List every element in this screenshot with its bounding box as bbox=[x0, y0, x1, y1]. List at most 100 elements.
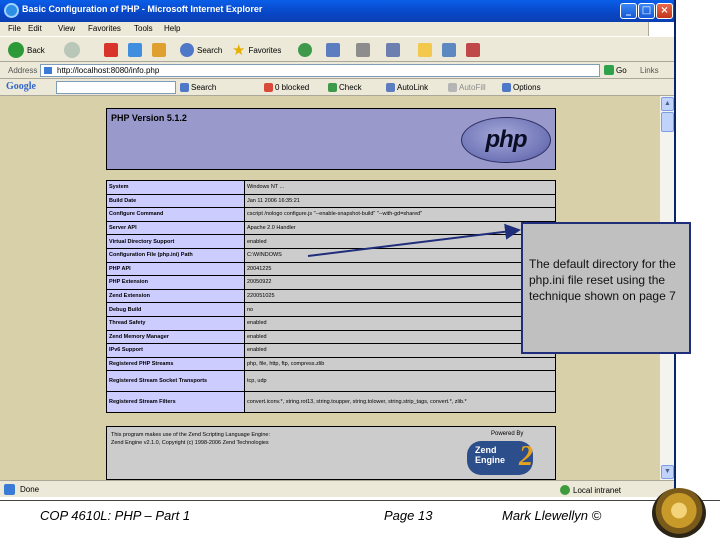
messenger-button[interactable] bbox=[466, 41, 480, 59]
spellcheck-button[interactable]: Check bbox=[328, 83, 362, 92]
zend-credits-line1: This program makes use of the Zend Scrip… bbox=[111, 432, 270, 438]
check-label: Check bbox=[339, 83, 362, 92]
favorites-label: Favorites bbox=[248, 45, 282, 55]
setting-name: Zend Extension bbox=[106, 288, 245, 304]
menu-view[interactable]: View bbox=[58, 24, 75, 33]
table-row: System Windows NT ... bbox=[106, 180, 556, 195]
forward-arrow-icon bbox=[64, 42, 80, 58]
menu-help[interactable]: Help bbox=[164, 24, 180, 33]
maximize-button[interactable]: □ bbox=[638, 3, 655, 19]
page-number: Page 13 bbox=[384, 508, 433, 523]
autolink-icon bbox=[386, 83, 395, 92]
go-button[interactable]: Go bbox=[604, 65, 627, 75]
mail-button[interactable] bbox=[326, 41, 340, 59]
folder-button[interactable] bbox=[418, 41, 432, 59]
setting-value: C:\WINDOWS bbox=[244, 247, 556, 263]
php-logo[interactable]: php bbox=[461, 117, 551, 163]
table-row: Virtual Directory Support enabled bbox=[106, 234, 556, 249]
google-toolbar: Google Search 0 blocked Check AutoLink A… bbox=[0, 79, 674, 96]
setting-value: convert.iconv.*, string.rot13, string.to… bbox=[244, 391, 556, 414]
scroll-thumb[interactable] bbox=[661, 112, 674, 132]
window-title: Basic Configuration of PHP - Microsoft I… bbox=[22, 4, 263, 14]
table-row: PHP API 20041225 bbox=[106, 261, 556, 277]
google-search-input[interactable] bbox=[56, 81, 176, 94]
refresh-button[interactable] bbox=[128, 41, 142, 59]
author-credit: Mark Llewellyn © bbox=[502, 508, 602, 523]
windows-logo-icon bbox=[648, 22, 674, 36]
minimize-button[interactable]: _ bbox=[620, 3, 637, 19]
history-button[interactable] bbox=[298, 41, 312, 59]
setting-value: tcp, udp bbox=[244, 370, 556, 393]
autolink-label: AutoLink bbox=[397, 83, 429, 92]
table-row: Registered PHP Streams php, file, http, f… bbox=[106, 356, 556, 372]
setting-name: Thread Safety bbox=[106, 315, 245, 331]
toolbar: Back Search ★ Favorites bbox=[0, 36, 674, 62]
table-row: Configure Command cscript /nologo configu… bbox=[106, 207, 556, 222]
setting-value: Windows NT ... bbox=[244, 180, 556, 195]
go-arrow-icon bbox=[604, 65, 614, 75]
ucf-pegasus-logo bbox=[652, 488, 706, 538]
print-button[interactable] bbox=[356, 41, 370, 59]
go-label: Go bbox=[616, 65, 627, 75]
table-row: Thread Safety enabled bbox=[106, 315, 556, 331]
table-row: Server API Apache 2.0 Handler bbox=[106, 220, 556, 236]
options-button[interactable]: Options bbox=[502, 83, 541, 92]
menu-bar: File Edit View Favorites Tools Help bbox=[0, 22, 674, 36]
mail-icon bbox=[326, 43, 340, 57]
autofill-button[interactable]: AutoFill bbox=[448, 83, 486, 92]
callout-box: The default directory for the php.ini fi… bbox=[521, 222, 691, 354]
stop-icon bbox=[104, 43, 118, 57]
slide-footer: COP 4610L: PHP – Part 1 Page 13 Mark Lle… bbox=[0, 500, 720, 540]
setting-name: PHP Extension bbox=[106, 275, 245, 290]
back-button[interactable]: Back bbox=[8, 41, 45, 59]
links-button[interactable]: Links bbox=[640, 66, 659, 75]
table-row: Debug Build no bbox=[106, 302, 556, 317]
menu-file[interactable]: File bbox=[8, 24, 21, 33]
menu-favorites[interactable]: Favorites bbox=[88, 24, 121, 33]
setting-name: Configuration File (php.ini) Path bbox=[106, 247, 245, 263]
close-button[interactable]: × bbox=[656, 3, 673, 19]
table-row: Build Date Jan 11 2006 16:35:21 bbox=[106, 193, 556, 209]
google-search-button[interactable]: Search bbox=[180, 83, 216, 92]
star-icon: ★ bbox=[232, 42, 246, 59]
options-icon bbox=[502, 83, 511, 92]
address-input[interactable]: http://localhost:8080/info.php bbox=[40, 64, 600, 77]
blocked-label: 0 blocked bbox=[275, 83, 310, 92]
setting-name: Virtual Directory Support bbox=[106, 234, 245, 249]
google-logo[interactable]: Google bbox=[6, 81, 36, 92]
zend-credits-line2: Zend Engine v2.1.0, Copyright (c) 1998-2… bbox=[111, 440, 269, 446]
messenger-icon bbox=[466, 43, 480, 57]
course-title: COP 4610L: PHP – Part 1 bbox=[40, 508, 191, 523]
scroll-up-button[interactable]: ▲ bbox=[661, 97, 674, 111]
home-button[interactable] bbox=[152, 41, 166, 59]
table-row: IPv6 Support enabled bbox=[106, 343, 556, 358]
research-button[interactable] bbox=[442, 41, 456, 59]
setting-name: Registered PHP Streams bbox=[106, 356, 245, 372]
search-button[interactable]: Search bbox=[180, 41, 222, 59]
menu-edit[interactable]: Edit bbox=[28, 24, 42, 33]
forward-button[interactable] bbox=[64, 41, 80, 59]
setting-name: IPv6 Support bbox=[106, 343, 245, 358]
setting-value: 220051025 bbox=[244, 288, 556, 304]
history-icon bbox=[298, 43, 312, 57]
setting-value: enabled bbox=[244, 329, 556, 345]
stop-button[interactable] bbox=[104, 41, 118, 59]
setting-name: Configure Command bbox=[106, 207, 245, 222]
autolink-button[interactable]: AutoLink bbox=[386, 83, 428, 92]
edit-button[interactable] bbox=[386, 41, 400, 59]
popup-blocker-button[interactable]: 0 blocked bbox=[264, 83, 309, 92]
setting-value: 20041225 bbox=[244, 261, 556, 277]
menu-tools[interactable]: Tools bbox=[134, 24, 153, 33]
table-row: Zend Memory Manager enabled bbox=[106, 329, 556, 345]
scroll-down-button[interactable]: ▼ bbox=[661, 465, 674, 479]
setting-name: Registered Stream Socket Transports bbox=[106, 370, 245, 393]
google-search-icon bbox=[180, 83, 189, 92]
setting-name: Build Date bbox=[106, 193, 245, 209]
favorites-button[interactable]: ★ Favorites bbox=[232, 41, 281, 59]
setting-name: Debug Build bbox=[106, 302, 245, 317]
zend-credits: This program makes use of the Zend Scrip… bbox=[106, 426, 556, 480]
table-row: PHP Extension 20050922 bbox=[106, 275, 556, 290]
status-text: Done bbox=[20, 485, 40, 494]
zend-logo[interactable]: Zend Engine 2 bbox=[467, 439, 551, 479]
print-icon bbox=[356, 43, 370, 57]
